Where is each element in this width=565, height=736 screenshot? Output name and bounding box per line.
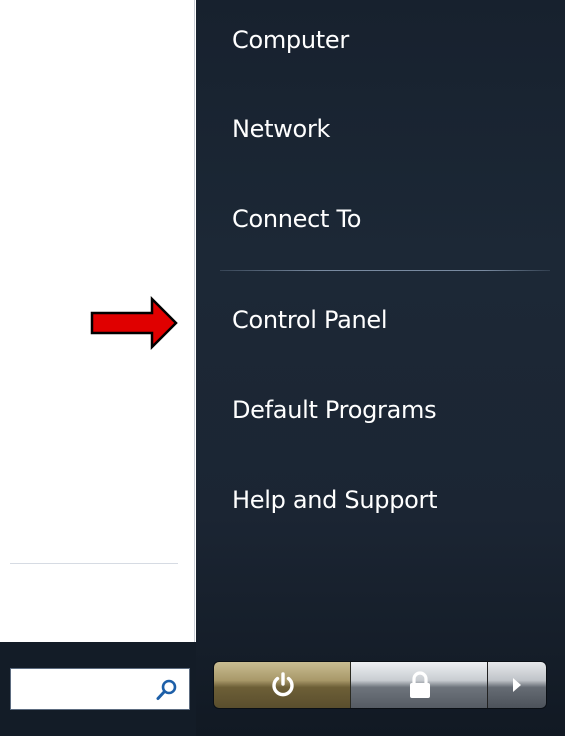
menu-item-computer[interactable]: Computer — [232, 25, 349, 55]
power-button[interactable] — [214, 662, 351, 708]
more-options-button[interactable] — [488, 662, 546, 708]
menu-item-network[interactable]: Network — [232, 114, 330, 144]
power-icon — [272, 672, 294, 697]
lock-icon — [410, 671, 430, 698]
red-arrow-annotation — [90, 295, 178, 351]
power-button-bar — [213, 661, 547, 709]
lock-button[interactable] — [351, 662, 488, 708]
search-input[interactable] — [10, 668, 190, 710]
search-icon[interactable] — [155, 678, 179, 702]
menu-separator — [220, 270, 550, 271]
menu-item-default-programs[interactable]: Default Programs — [232, 395, 437, 425]
menu-item-help-and-support[interactable]: Help and Support — [232, 485, 438, 515]
start-menu-right-pane: Computer Network Connect To Control Pane… — [196, 0, 565, 736]
menu-item-connect-to[interactable]: Connect To — [232, 204, 361, 234]
menu-item-control-panel[interactable]: Control Panel — [232, 305, 388, 335]
arrow-right-icon — [513, 678, 521, 692]
programs-separator — [10, 563, 178, 564]
